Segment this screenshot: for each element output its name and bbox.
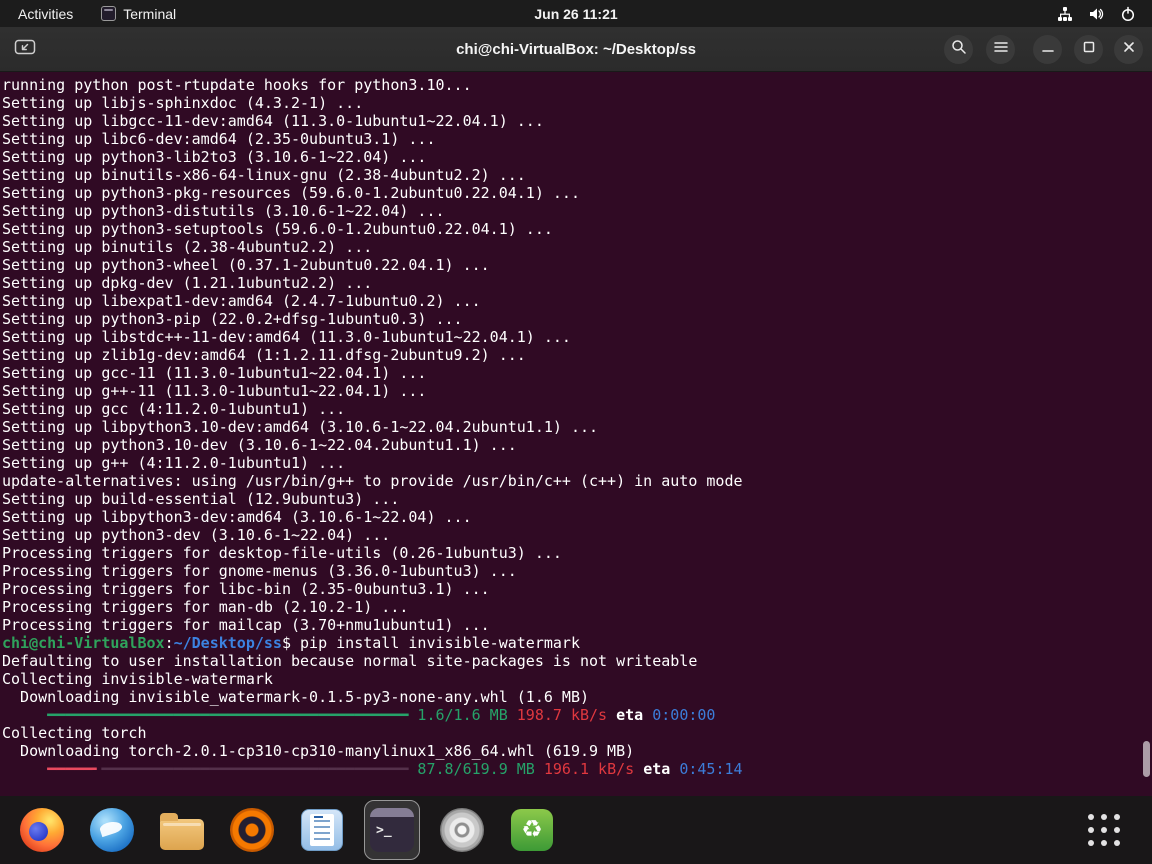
clock[interactable]: Jun 26 11:21: [534, 6, 617, 22]
terminal-line: Setting up build-essential (12.9ubuntu3)…: [2, 490, 400, 508]
terminal-line: Setting up python3-pip (22.0.2+dfsg-1ubu…: [2, 310, 463, 328]
dock-files[interactable]: [154, 800, 210, 860]
show-applications-button[interactable]: [1078, 804, 1130, 856]
dock-firefox[interactable]: [14, 800, 70, 860]
terminal-line: chi@chi-VirtualBox:~/Desktop/ss$ pip ins…: [2, 634, 580, 652]
terminal-line: Setting up libc6-dev:amd64 (2.35-0ubuntu…: [2, 130, 436, 148]
terminal-titlebar[interactable]: chi@chi-VirtualBox: ~/Desktop/ss: [0, 27, 1152, 72]
taskbar-app-label: Terminal: [123, 5, 177, 22]
system-status-area[interactable]: [1049, 0, 1144, 27]
terminal-output[interactable]: running python post-rtupdate hooks for p…: [0, 72, 1152, 796]
volume-icon: [1088, 6, 1105, 22]
terminal-line: Setting up libgcc-11-dev:amd64 (11.3.0-1…: [2, 112, 544, 130]
menu-button[interactable]: [986, 35, 1015, 64]
firefox-icon: [20, 808, 64, 852]
terminal-line: Setting up dpkg-dev (1.21.1ubuntu2.2) ..…: [2, 274, 373, 292]
software-center-icon: ♻: [511, 809, 553, 851]
terminal-line: Defaulting to user installation because …: [2, 652, 698, 670]
terminal-line: Setting up libpython3.10-dev:amd64 (3.10…: [2, 418, 599, 436]
hamburger-icon: [993, 39, 1009, 60]
dock-terminal[interactable]: >_: [364, 800, 420, 860]
terminal-line: ━━━━━━━━━━━━━━━━━━━━━━━━━━━━━━━━━━━━━━━━…: [47, 706, 716, 724]
dock-thunderbird[interactable]: [84, 800, 140, 860]
terminal-line: Processing triggers for gnome-menus (3.3…: [2, 562, 517, 580]
dock-libreoffice-writer[interactable]: [294, 800, 350, 860]
dock-software[interactable]: ♻: [504, 800, 560, 860]
terminal-line: Processing triggers for man-db (2.10.2-1…: [2, 598, 409, 616]
terminal-line: running python post-rtupdate hooks for p…: [2, 76, 472, 94]
close-icon: [1122, 40, 1136, 59]
window-tab-icon: [13, 37, 37, 62]
terminal-line: Setting up python3-dev (3.10.6-1~22.04) …: [2, 526, 391, 544]
taskbar-app-terminal[interactable]: Terminal: [91, 0, 186, 27]
window-title: chi@chi-VirtualBox: ~/Desktop/ss: [456, 41, 696, 58]
terminal-line: Downloading invisible_watermark-0.1.5-py…: [2, 688, 589, 706]
terminal-line: Setting up binutils-x86-64-linux-gnu (2.…: [2, 166, 526, 184]
terminal-line: Setting up python3-pkg-resources (59.6.0…: [2, 184, 580, 202]
terminal-line: Downloading torch-2.0.1-cp310-cp310-many…: [2, 742, 635, 760]
terminal-line: Setting up python3-distutils (3.10.6-1~2…: [2, 202, 445, 220]
terminal-line: Setting up gcc (4:11.2.0-1ubuntu1) ...: [2, 400, 346, 418]
libreoffice-writer-icon: [301, 809, 343, 851]
terminal-line: Setting up gcc-11 (11.3.0-1ubuntu1~22.04…: [2, 364, 427, 382]
terminal-line: Processing triggers for libc-bin (2.35-0…: [2, 580, 490, 598]
terminal-line: Processing triggers for desktop-file-uti…: [2, 544, 562, 562]
terminal-line: Setting up python3-setuptools (59.6.0-1.…: [2, 220, 553, 238]
terminal-line: Collecting invisible-watermark: [2, 670, 273, 688]
terminal-icon: [101, 6, 117, 21]
apps-grid-icon: [1088, 814, 1120, 846]
terminal-line: update-alternatives: using /usr/bin/g++ …: [2, 472, 743, 490]
terminal-line: Processing triggers for mailcap (3.70+nm…: [2, 616, 490, 634]
thunderbird-icon: [90, 808, 134, 852]
close-button[interactable]: [1114, 35, 1143, 64]
terminal-line: Setting up python3.10-dev (3.10.6-1~22.0…: [2, 436, 517, 454]
maximize-icon: [1082, 40, 1096, 59]
minimize-icon: [1041, 40, 1055, 59]
terminal-app-icon: >_: [370, 808, 414, 852]
terminal-line: Setting up python3-wheel (0.37.1-2ubuntu…: [2, 256, 490, 274]
power-icon: [1120, 6, 1136, 22]
activities-button[interactable]: Activities: [0, 0, 91, 27]
search-icon: [951, 39, 967, 60]
terminal-line: Setting up libstdc++-11-dev:amd64 (11.3.…: [2, 328, 571, 346]
rhythmbox-icon: [230, 808, 274, 852]
terminal-line: ━━━━━╸━━━━━━━━━━━━━━━━━━━━━━━━━━━━━━━━━━…: [47, 760, 743, 778]
terminal-line: Setting up zlib1g-dev:amd64 (1:1.2.11.df…: [2, 346, 526, 364]
scrollbar-thumb[interactable]: [1143, 741, 1150, 777]
terminal-line: Setting up libexpat1-dev:amd64 (2.4.7-1u…: [2, 292, 481, 310]
dock-media-player[interactable]: [434, 800, 490, 860]
new-tab-button[interactable]: [11, 37, 39, 62]
terminal-line: Setting up g++ (4:11.2.0-1ubuntu1) ...: [2, 454, 346, 472]
terminal-line: Setting up python3-lib2to3 (3.10.6-1~22.…: [2, 148, 427, 166]
dock: >_ ♻: [0, 796, 1152, 864]
terminal-line: Setting up g++-11 (11.3.0-1ubuntu1~22.04…: [2, 382, 427, 400]
terminal-line: Setting up libpython3-dev:amd64 (3.10.6-…: [2, 508, 472, 526]
disc-icon: [440, 808, 484, 852]
top-bar: Activities Terminal Jun 26 11:21: [0, 0, 1152, 27]
maximize-button[interactable]: [1074, 35, 1103, 64]
files-folder-icon: [160, 813, 204, 850]
workspace-tree-icon: [1057, 6, 1073, 22]
terminal-line: Setting up binutils (2.38-4ubuntu2.2) ..…: [2, 238, 373, 256]
terminal-line: Setting up libjs-sphinxdoc (4.3.2-1) ...: [2, 94, 364, 112]
terminal-line: Collecting torch: [2, 724, 147, 742]
minimize-button[interactable]: [1033, 35, 1062, 64]
search-button[interactable]: [944, 35, 973, 64]
dock-rhythmbox[interactable]: [224, 800, 280, 860]
